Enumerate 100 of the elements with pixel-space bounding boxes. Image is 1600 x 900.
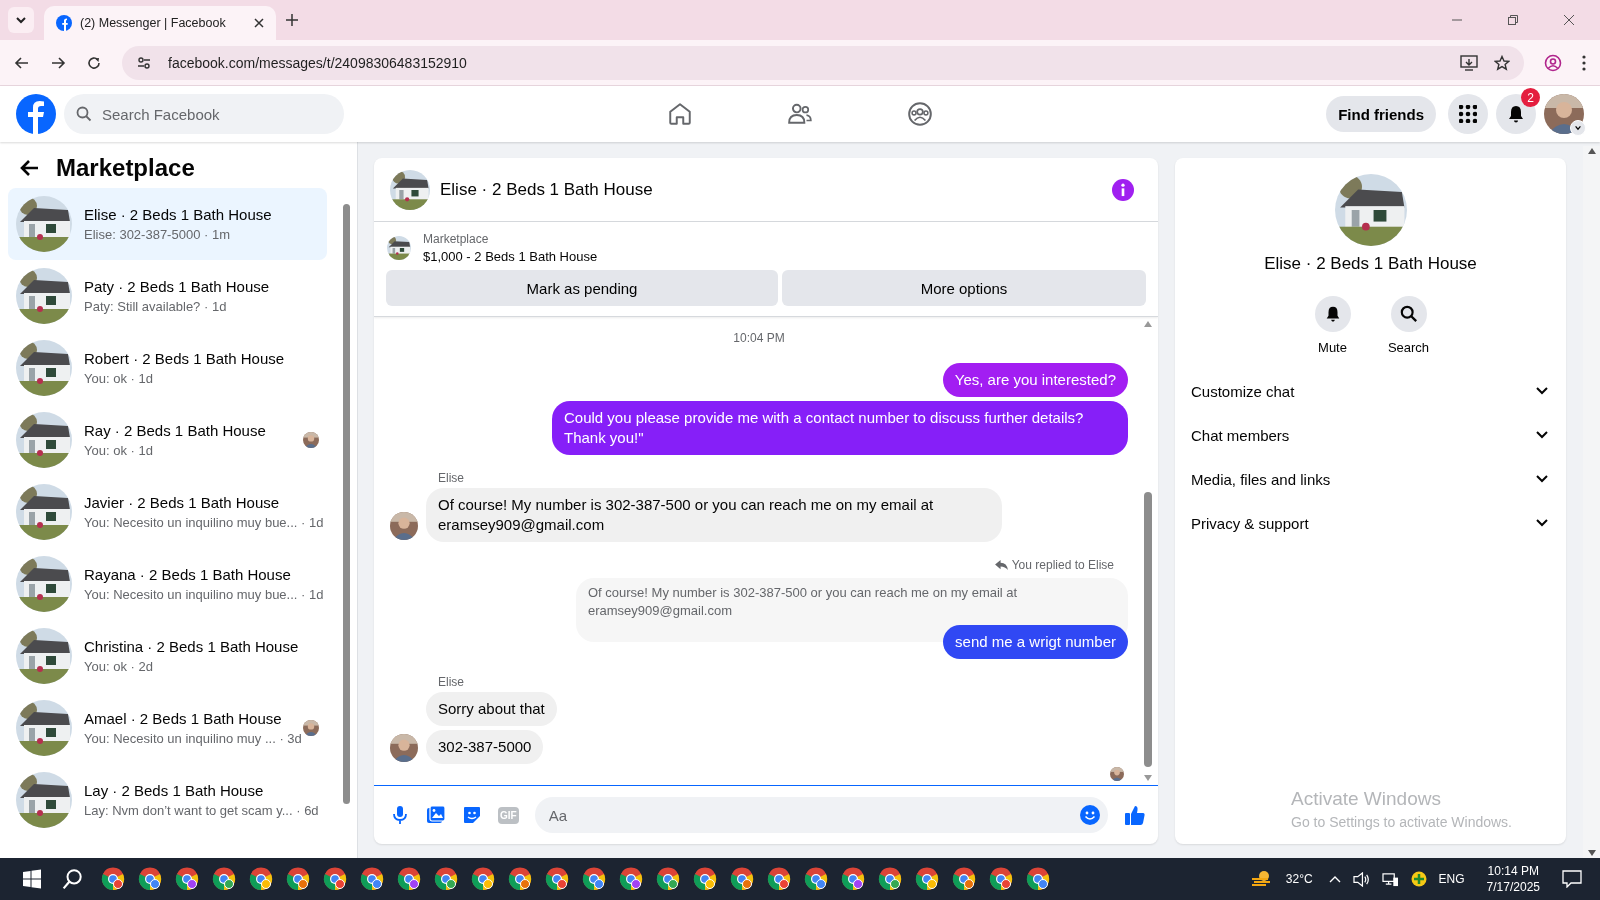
notification-icon[interactable] [1562,870,1582,888]
conversation-item[interactable]: Rayana · 2 Beds 1 Bath House You: Necesito un inquilino muy bue... · 1d [8,548,327,620]
back-icon[interactable] [14,54,30,71]
app-icon[interactable] [840,867,865,891]
app-icon[interactable] [248,867,273,891]
scroll-up-icon[interactable] [1587,148,1596,154]
notification-badge: 2 [1521,88,1540,107]
section-header[interactable]: Media, files and links [1191,457,1550,501]
network-icon[interactable] [1381,871,1399,887]
temperature[interactable]: 32°C [1285,872,1313,886]
grid-icon [1459,105,1477,123]
section-header[interactable]: Chat members [1191,413,1550,457]
new-tab-icon[interactable] [286,14,298,26]
chevron-down-icon [1536,387,1548,395]
mute-button[interactable] [1314,296,1351,332]
app-icon[interactable] [803,867,828,891]
scroll-down-icon[interactable] [1144,775,1152,781]
close-icon[interactable] [254,18,264,28]
chevron-up-icon[interactable] [1328,875,1341,883]
scroll-down-icon[interactable] [1587,850,1596,856]
app-icon[interactable] [285,867,310,891]
scroll-up-icon[interactable] [1144,321,1152,327]
menu-button[interactable] [1448,94,1488,134]
listing-action-button[interactable]: More options [782,270,1146,306]
conversation-item[interactable]: Christina · 2 Beds 1 Bath House You: ok · 2d [8,620,327,692]
image-icon[interactable] [426,805,446,825]
microphone-icon[interactable] [390,805,410,825]
restore-icon[interactable] [1508,15,1518,25]
star-icon[interactable] [1494,54,1510,71]
app-icon[interactable] [692,867,717,891]
home-icon[interactable] [667,101,694,127]
app-icon[interactable] [470,867,495,891]
app-icon[interactable] [618,867,643,891]
chevron-down-icon [1536,431,1548,439]
app-icon[interactable] [544,867,569,891]
app-icon[interactable] [433,867,458,891]
browser-tab[interactable]: (2) Messenger | Facebook [44,6,276,40]
groups-icon[interactable] [907,101,934,127]
section-header[interactable]: Privacy & support [1191,501,1550,545]
listing-action-button[interactable]: Mark as pending [386,270,778,306]
conversation-item[interactable]: Lay · 2 Beds 1 Bath House Lay: Nvm don’t want to get scam y... · 6d [8,764,327,836]
app-icon[interactable] [322,867,347,891]
site-settings-icon[interactable] [136,54,152,71]
speaker-icon[interactable] [1352,871,1370,887]
tab-list-icon[interactable] [8,7,34,33]
back-arrow-icon[interactable] [20,158,40,178]
profile-icon[interactable] [1544,53,1562,72]
start-icon[interactable] [22,869,42,889]
install-app-icon[interactable] [1460,54,1478,71]
emoji-icon[interactable] [1080,805,1100,825]
facebook-icon [56,15,72,31]
conversation-item[interactable]: Amael · 2 Beds 1 Bath House You: Necesito un inquilino muy ... · 3d [8,692,327,764]
section-header[interactable]: Customize chat [1191,369,1550,413]
app-icon[interactable] [729,867,754,891]
search-input[interactable]: Search Facebook [100,93,332,135]
menu-icon[interactable] [1582,54,1586,71]
logo-icon[interactable] [16,94,56,134]
conversation-item[interactable]: Robert · 2 Beds 1 Bath House You: ok · 1d [8,332,327,404]
app-icon[interactable] [396,867,421,891]
app-icon[interactable] [359,867,384,891]
app-icon[interactable] [211,867,236,891]
listing-title[interactable]: $1,000 - 2 Beds 1 Bath House [423,249,598,264]
app-icon[interactable] [655,867,680,891]
reply-note: You replied to Elise [1011,558,1114,572]
bell-icon [1506,104,1526,124]
find-friends-button[interactable]: Find friends [1326,96,1436,132]
sticker-icon[interactable] [462,805,482,825]
thumbs-up-icon[interactable] [1124,804,1146,826]
app-icon[interactable] [174,867,199,891]
notifications-button[interactable] [1496,94,1536,134]
conversation-item[interactable]: Elise · 2 Beds 1 Bath House Elise: 302-387-5000 · 1m [8,188,327,260]
search-icon [1399,305,1418,323]
forward-icon[interactable] [50,54,66,71]
close-icon[interactable] [1564,15,1574,25]
language-indicator[interactable]: ENG [1438,872,1465,886]
app-icon[interactable] [100,867,125,891]
app-icon[interactable] [951,867,976,891]
listing-label: Marketplace [423,232,490,246]
activation-notice-title: Activate Windows [1291,788,1442,810]
app-icon[interactable] [581,867,606,891]
info-icon[interactable] [1112,178,1134,201]
address-bar[interactable]: facebook.com/messages/t/24098306483152910 [122,45,1524,80]
action-label: Mute [1318,340,1347,355]
app-icon[interactable] [137,867,162,891]
app-icon[interactable] [507,867,532,891]
search-icon[interactable] [62,868,84,890]
clock[interactable]: 10:14 PM 7/17/2025 [1486,863,1540,895]
app-icon[interactable] [988,867,1013,891]
app-icon[interactable] [914,867,939,891]
search-field[interactable]: Search Facebook [64,94,344,134]
reload-icon[interactable] [86,54,102,71]
conversation-item[interactable]: Paty · 2 Beds 1 Bath House Paty: Still available? · 1d [8,260,327,332]
app-icon[interactable] [1025,867,1050,891]
conversation-item[interactable]: Ray · 2 Beds 1 Bath House You: ok · 1d [8,404,327,476]
conversation-item[interactable]: Javier · 2 Beds 1 Bath House You: Necesito un inquilino muy bue... · 1d [8,476,327,548]
friends-icon[interactable] [787,101,814,127]
search-button[interactable] [1390,296,1427,332]
app-icon[interactable] [766,867,791,891]
account-button[interactable] [1544,94,1584,134]
app-icon[interactable] [877,867,902,891]
